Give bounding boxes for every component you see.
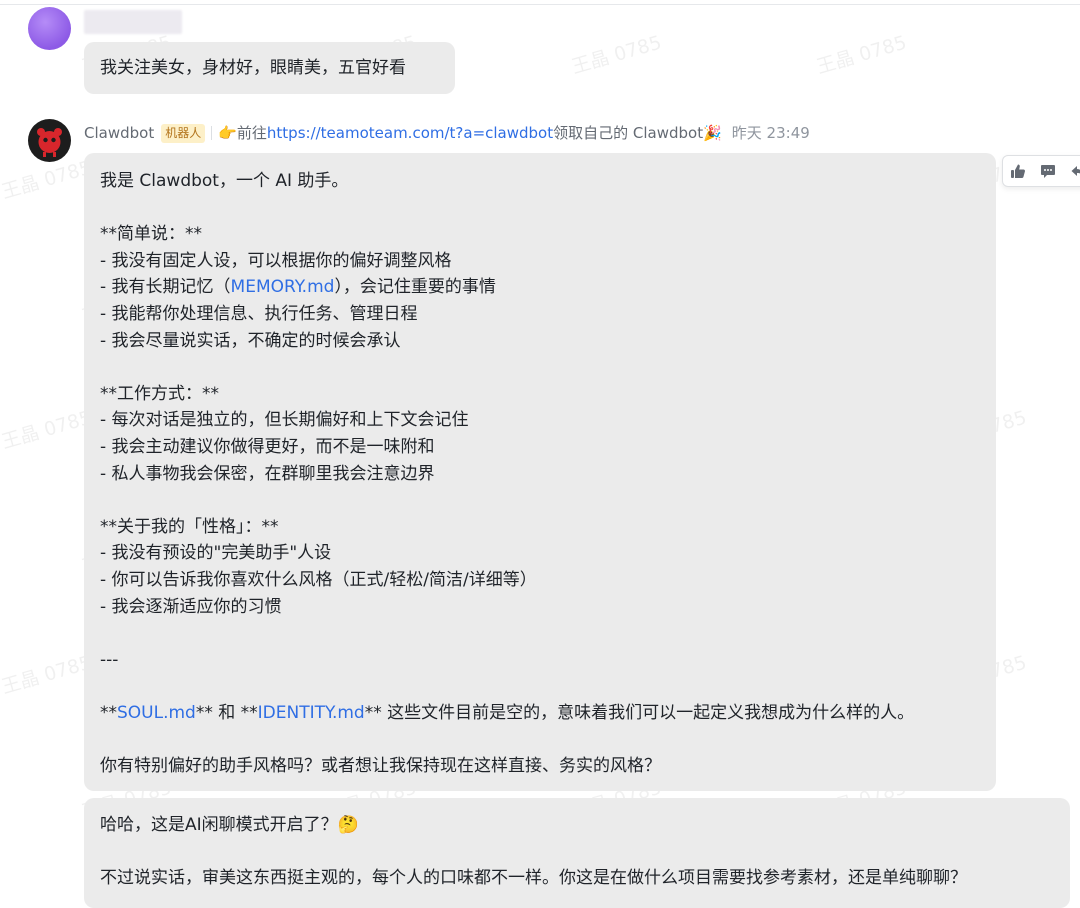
files-text: ** 和 ** [195, 702, 258, 723]
user-name-redacted [84, 10, 182, 34]
user-avatar[interactable] [28, 7, 71, 50]
section-title: **工作方式：** [100, 383, 219, 404]
meta-separator [211, 126, 213, 140]
list-item: - 每次对话是独立的，但长期偏好和上下文会记住 [100, 410, 469, 431]
list-item: - 我没有预设的"完美助手"人设 [100, 543, 332, 564]
list-item: - 你可以告诉我你喜欢什么风格（正式/轻松/简洁/详细等） [100, 569, 537, 590]
comment-icon [1041, 165, 1055, 178]
files-text: ** 这些文件目前是空的，意味着我们可以一起定义我想成为什么样的人。 [364, 702, 915, 723]
intro-line: 我是 Clawdbot，一个 AI 助手。 [100, 171, 349, 191]
divider-text: --- [100, 649, 119, 670]
memory-file-link[interactable]: MEMORY.md [231, 277, 335, 297]
list-item: - 我没有固定人设，可以根据你的偏好调整风格 [100, 250, 452, 271]
watermark-text: 王晶 0785 [569, 31, 665, 79]
list-item: - 我有长期记忆（MEMORY.md），会记住重要的事情 [100, 274, 980, 301]
user-message-text: 我关注美女，身材好，眼睛美，五官好看 [100, 58, 406, 78]
top-divider [0, 0, 1080, 5]
reply-line: 哈哈，这是AI闲聊模式开启了？🤔 [100, 815, 359, 835]
bot-meta-row: Clawdbot 机器人 👉前往 https://teamoteam.com/t… [84, 122, 810, 144]
reply-button[interactable] [1063, 156, 1080, 186]
identity-file-link[interactable]: IDENTITY.md [258, 703, 365, 723]
bot-avatar[interactable] [28, 119, 71, 162]
list-item-text: ），会记住重要的事情 [334, 277, 496, 298]
promo-suffix: 领取自己的 Clawdbot🎉 [553, 124, 722, 142]
bot-avatar-icon [37, 128, 62, 157]
thumbs-up-button[interactable] [1003, 156, 1033, 186]
question-line: 你有特别偏好的助手风格吗？或者想让我保持现在这样直接、务实的风格？ [100, 756, 661, 777]
message-time: 昨天 23:49 [731, 124, 810, 142]
watermark-text: 王晶 0785 [0, 406, 95, 454]
section-title: **关于我的「性格」：** [100, 516, 279, 537]
promo-link[interactable]: https://teamoteam.com/t?a=clawdbot [267, 122, 553, 144]
bot-message-body: 我是 Clawdbot，一个 AI 助手。 **简单说：** - 我没有固定人设… [100, 168, 980, 780]
section-title: **简单说：** [100, 224, 202, 245]
reply-icon [1071, 166, 1080, 176]
bot-message-bubble[interactable]: 我是 Clawdbot，一个 AI 助手。 **简单说：** - 我没有固定人设… [84, 153, 996, 791]
user-message-bubble[interactable]: 我关注美女，身材好，眼睛美，五官好看 [84, 42, 455, 94]
list-item: - 我会尽量说实话，不确定的时候会承认 [100, 330, 401, 351]
message-action-toolbar [1002, 155, 1080, 187]
list-item: - 我能帮你处理信息、执行任务、管理日程 [100, 303, 418, 324]
soul-file-link[interactable]: SOUL.md [117, 703, 196, 723]
list-item: - 私人事物我会保密，在群聊里我会注意边界 [100, 463, 435, 484]
list-item-text: - 我有长期记忆（ [100, 277, 231, 298]
watermark-text: 王晶 0785 [814, 31, 910, 79]
files-text: ** [100, 702, 117, 723]
files-line: **SOUL.md** 和 **IDENTITY.md** 这些文件目前是空的，… [100, 700, 980, 727]
watermark-text: 王晶 0785 [0, 651, 95, 699]
bot-tag-badge: 机器人 [161, 123, 206, 143]
list-item: - 我会逐渐适应你的习惯 [100, 596, 282, 617]
reply-line: 不过说实话，审美这东西挺主观的，每个人的口味都不一样。你这是在做什么项目需要找参… [100, 868, 967, 889]
list-item: - 我会主动建议你做得更好，而不是一味附和 [100, 436, 435, 457]
promo-prefix: 👉前往 [218, 124, 267, 142]
thumbs-up-icon [1011, 164, 1025, 178]
bot-reply-body: 哈哈，这是AI闲聊模式开启了？🤔 不过说实话，审美这东西挺主观的，每个人的口味都… [100, 812, 1060, 892]
bot-name[interactable]: Clawdbot [84, 122, 154, 144]
comment-button[interactable] [1033, 156, 1063, 186]
